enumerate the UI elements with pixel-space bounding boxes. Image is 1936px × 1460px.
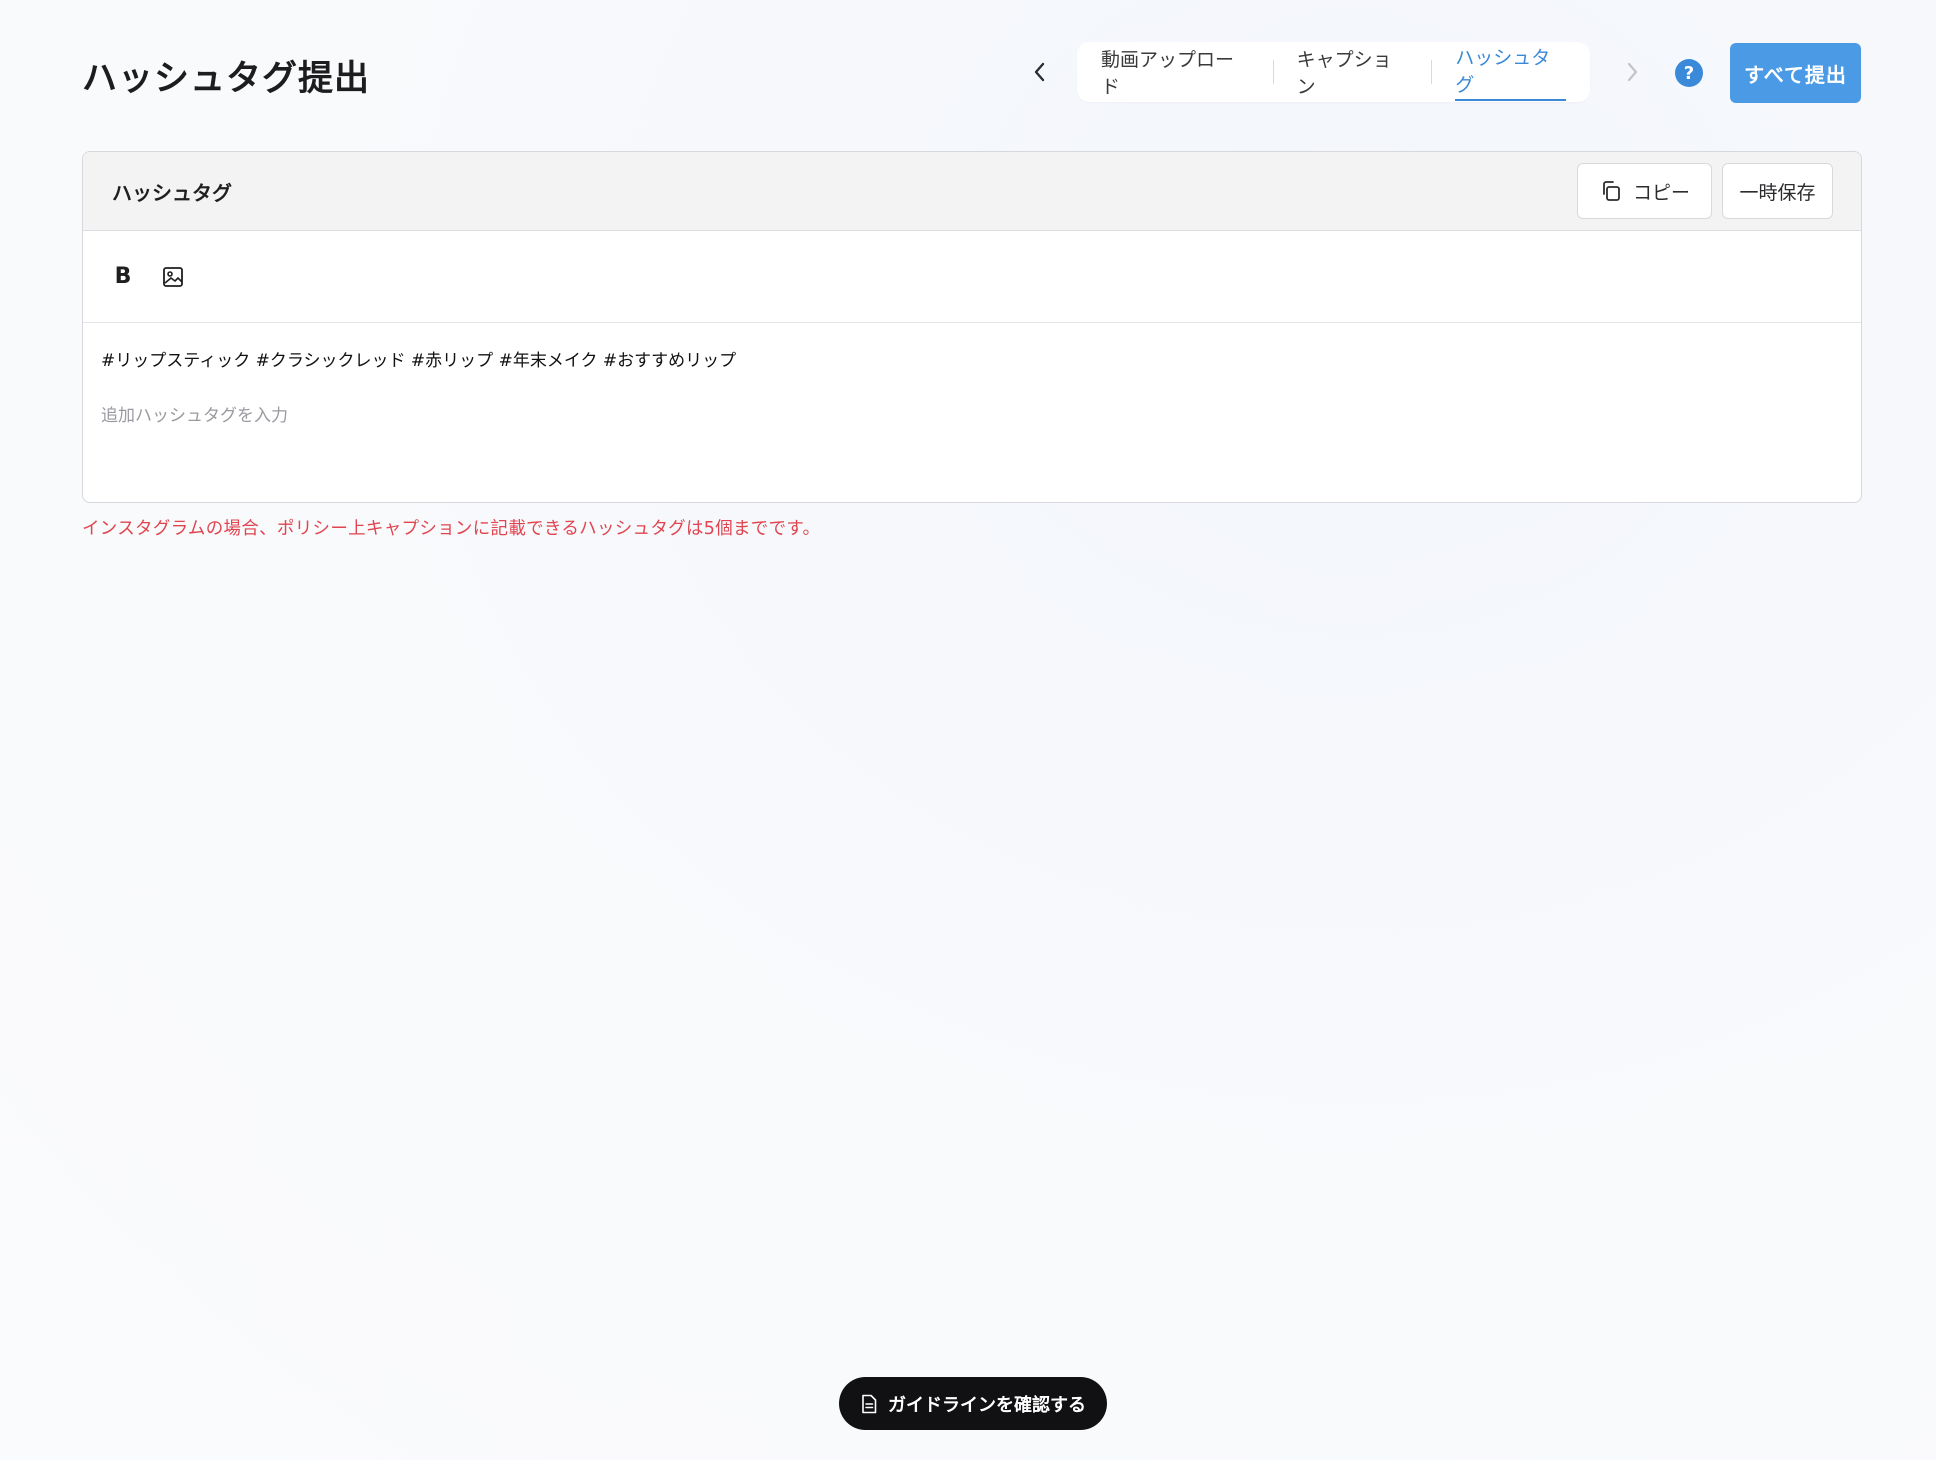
tab-hashtag-label: ハッシュタグ bbox=[1455, 43, 1566, 101]
chevron-left-icon bbox=[1034, 62, 1045, 82]
tab-video-upload-label: 動画アップロード bbox=[1101, 49, 1235, 98]
card-actions: コピー 一時保存 bbox=[1577, 163, 1833, 219]
chevron-right-icon bbox=[1627, 62, 1638, 82]
tab-hashtag[interactable]: ハッシュタグ bbox=[1431, 47, 1590, 101]
hashtag-card: ハッシュタグ コピー 一時保存 B #リップスティック #クラシックレッド #赤… bbox=[82, 151, 1862, 503]
page-title: ハッシュタグ提出 bbox=[82, 59, 371, 99]
image-icon bbox=[163, 266, 183, 287]
card-title: ハッシュタグ bbox=[112, 180, 232, 205]
document-icon bbox=[862, 1394, 877, 1413]
submit-all-button[interactable]: すべて提出 bbox=[1730, 43, 1861, 103]
tab-caption-label: キャプション bbox=[1296, 49, 1392, 98]
bold-button[interactable]: B bbox=[109, 263, 137, 291]
insert-image-button[interactable] bbox=[159, 263, 187, 291]
copy-button[interactable]: コピー bbox=[1577, 163, 1712, 219]
next-step-button[interactable] bbox=[1612, 52, 1652, 92]
hashtag-editor[interactable]: #リップスティック #クラシックレッド #赤リップ #年末メイク #おすすめリッ… bbox=[83, 323, 1861, 452]
hashtag-limit-warning: インスタグラムの場合、ポリシー上キャプションに記載できるハッシュタグは5個までで… bbox=[82, 519, 821, 539]
editor-toolbar: B bbox=[83, 231, 1861, 323]
view-guidelines-label: ガイドラインを確認する bbox=[888, 1394, 1086, 1416]
copy-button-label: コピー bbox=[1632, 181, 1690, 204]
save-draft-button[interactable]: 一時保存 bbox=[1722, 163, 1833, 219]
additional-hashtag-input[interactable]: 追加ハッシュタグを入力 bbox=[101, 401, 1843, 426]
tab-video-upload[interactable]: 動画アップロード bbox=[1077, 49, 1273, 98]
copy-icon bbox=[1603, 181, 1620, 201]
previous-step-button[interactable] bbox=[1020, 52, 1060, 92]
step-navigation: 動画アップロード キャプション ハッシュタグ bbox=[1077, 42, 1590, 102]
view-guidelines-button[interactable]: ガイドラインを確認する bbox=[839, 1377, 1107, 1430]
help-icon[interactable]: ? bbox=[1675, 59, 1703, 87]
hashtag-text[interactable]: #リップスティック #クラシックレッド #赤リップ #年末メイク #おすすめリッ… bbox=[101, 349, 1843, 373]
tab-caption[interactable]: キャプション bbox=[1272, 49, 1432, 98]
card-header: ハッシュタグ コピー 一時保存 bbox=[83, 152, 1861, 231]
